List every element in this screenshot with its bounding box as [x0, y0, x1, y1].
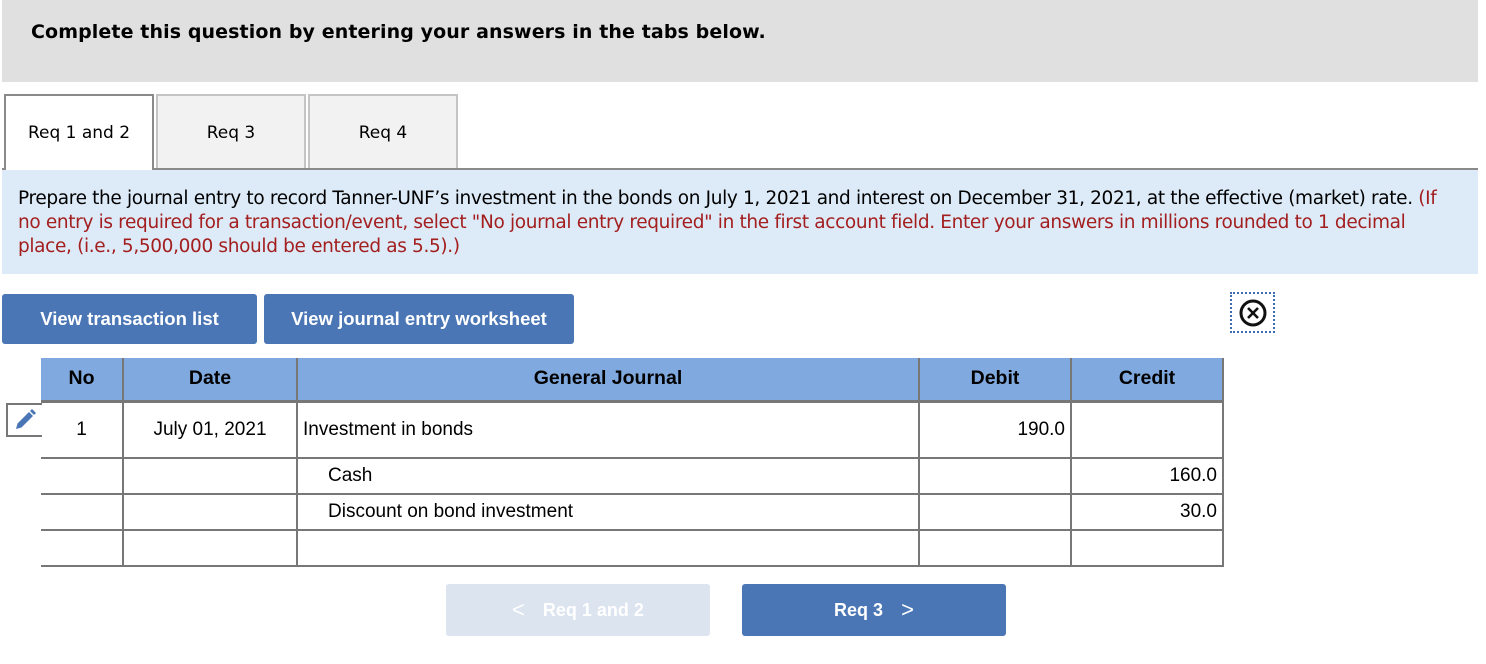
instruction-bar: Complete this question by entering your … — [2, 0, 1478, 82]
chevron-right-icon: > — [901, 597, 914, 622]
tab-label: Req 1 and 2 — [27, 123, 131, 143]
cell-credit — [1070, 529, 1224, 567]
cell-debit — [918, 493, 1072, 531]
next-req-button[interactable]: Req 3 > — [742, 584, 1006, 636]
previous-req-button: < Req 1 and 2 — [446, 584, 710, 636]
instruction-text: Complete this question by entering your … — [31, 21, 766, 43]
cell-debit — [918, 529, 1072, 567]
chevron-left-icon: < — [512, 597, 525, 622]
cell-date: July 01, 2021 — [122, 400, 298, 459]
cell-credit: 30.0 — [1070, 493, 1224, 531]
cell-date — [122, 529, 298, 567]
cell-credit — [1070, 400, 1224, 459]
cell-debit: 190.0 — [918, 400, 1072, 459]
tab-req-4[interactable]: Req 4 — [308, 94, 458, 169]
previous-req-label: Req 1 and 2 — [542, 599, 644, 620]
column-header-debit: Debit — [918, 358, 1072, 403]
cell-account: Discount on bond investment — [296, 493, 920, 531]
prompt-main-text: Prepare the journal entry to record Tann… — [18, 188, 1413, 209]
column-header-no: No — [41, 358, 124, 403]
edit-entry-button[interactable] — [6, 403, 42, 437]
table-row — [41, 529, 1224, 567]
cell-no — [41, 457, 124, 495]
tab-label: Req 3 — [206, 122, 256, 143]
table-header-row: No Date General Journal Debit Credit — [41, 358, 1224, 403]
cell-no: 1 — [41, 400, 124, 459]
cell-date — [122, 457, 298, 495]
cell-debit — [918, 457, 1072, 495]
circle-x-icon — [1239, 299, 1266, 326]
general-journal-table: No Date General Journal Debit Credit 1 J… — [41, 358, 1224, 567]
next-req-label: Req 3 — [834, 599, 884, 620]
close-button[interactable] — [1230, 292, 1275, 333]
view-transaction-list-button[interactable]: View transaction list — [2, 294, 257, 344]
column-header-date: Date — [122, 358, 298, 403]
cell-account: Investment in bonds — [296, 400, 920, 459]
cell-no — [41, 529, 124, 567]
question-prompt: Prepare the journal entry to record Tann… — [2, 170, 1478, 274]
cell-account — [296, 529, 920, 567]
column-header-general-journal: General Journal — [296, 358, 920, 403]
cell-account: Cash — [296, 457, 920, 495]
pencil-icon — [16, 409, 36, 429]
cell-date — [122, 493, 298, 531]
table-row: Cash 160.0 — [41, 457, 1224, 495]
view-journal-entry-worksheet-button[interactable]: View journal entry worksheet — [264, 294, 574, 344]
table-row: Discount on bond investment 30.0 — [41, 493, 1224, 531]
cell-credit: 160.0 — [1070, 457, 1224, 495]
tab-req-3[interactable]: Req 3 — [156, 94, 306, 169]
table-row: 1 July 01, 2021 Investment in bonds 190.… — [41, 400, 1224, 459]
column-header-credit: Credit — [1070, 358, 1224, 403]
cell-no — [41, 493, 124, 531]
tab-label: Req 4 — [358, 122, 408, 143]
tab-req-1-and-2[interactable]: Req 1 and 2 — [4, 94, 154, 170]
